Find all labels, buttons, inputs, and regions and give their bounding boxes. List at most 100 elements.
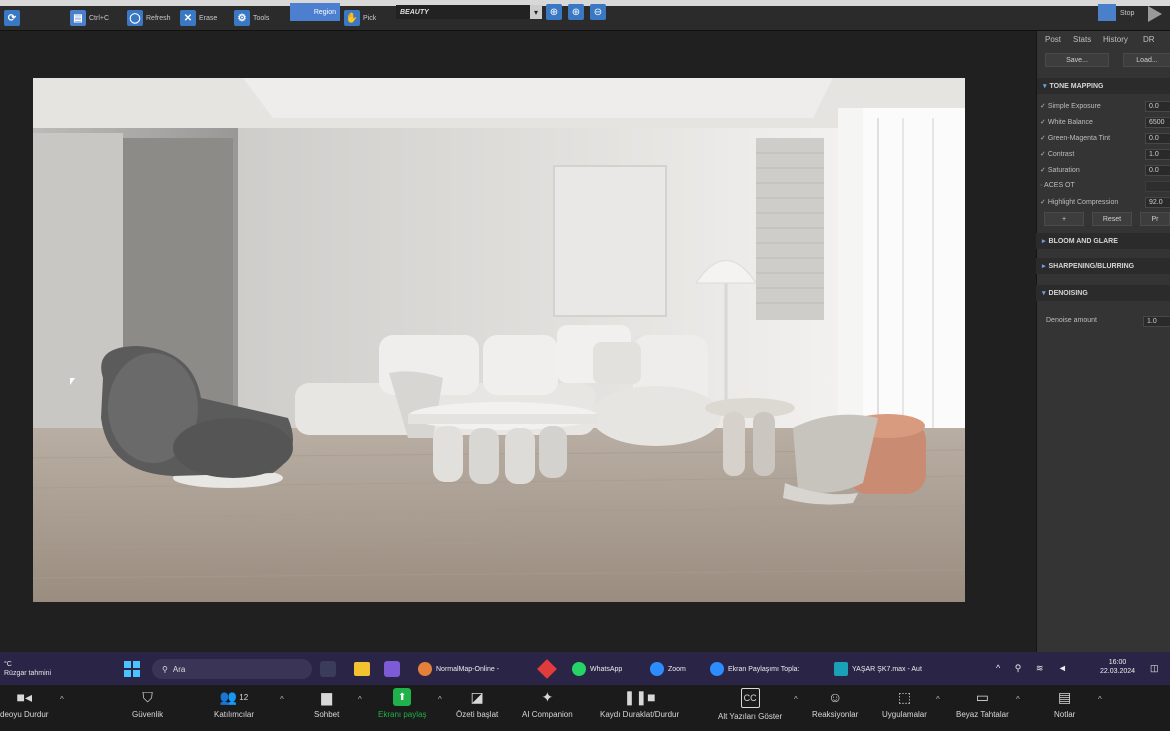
- play-icon[interactable]: [1148, 6, 1162, 22]
- notification-bell-icon[interactable]: ◫: [1150, 663, 1159, 674]
- whatsapp-icon: [572, 662, 586, 676]
- erase-button[interactable]: ✕ Erase: [180, 9, 217, 27]
- tab-post[interactable]: Post: [1045, 35, 1061, 44]
- stop-render-button[interactable]: [1098, 4, 1116, 21]
- zoom-in-icon[interactable]: ⊕: [568, 4, 584, 20]
- task-view-icon[interactable]: [320, 661, 336, 677]
- region-button[interactable]: Region: [290, 3, 340, 21]
- save-image-button[interactable]: ⟳: [4, 9, 20, 27]
- preset-button[interactable]: Pr: [1140, 212, 1170, 226]
- chevron-up-icon[interactable]: ^: [1098, 695, 1102, 704]
- row-highlight-compression[interactable]: ✓ Highlight Compression: [1040, 198, 1118, 206]
- chevron-down-icon[interactable]: ▾: [530, 5, 542, 19]
- file-explorer-icon[interactable]: [354, 662, 370, 676]
- denoise-amount-field[interactable]: 1.0: [1143, 316, 1170, 327]
- stop-label: Stop: [1120, 10, 1135, 17]
- weather-text: Rüzgar tahmini: [4, 670, 52, 677]
- tools-button[interactable]: ⚙ Tools: [234, 9, 269, 27]
- taskbar-search[interactable]: ⚲ Ara: [152, 659, 312, 679]
- reset-button[interactable]: Reset: [1092, 212, 1132, 226]
- zoom-icon: [650, 662, 664, 676]
- save-icon: ⟳: [4, 10, 20, 26]
- aces-ot-field[interactable]: [1145, 181, 1170, 192]
- highlight-compression-field[interactable]: 92.0: [1145, 197, 1170, 208]
- weather-widget[interactable]: °C Rüzgar tahmini: [4, 660, 51, 678]
- participants-icon: 👥 12: [219, 688, 249, 705]
- chat-button[interactable]: ▆ Sohbet: [314, 688, 339, 720]
- taskbar-clock[interactable]: 16:00 22.03.2024: [1100, 658, 1135, 676]
- notes-button[interactable]: ▤ Notlar: [1054, 688, 1076, 720]
- system-tray[interactable]: ^ ⚲ ≋ ◄: [996, 663, 1073, 674]
- sparkle-icon: ✦: [541, 688, 554, 705]
- tint-field[interactable]: 0.0: [1145, 133, 1170, 144]
- pick-button[interactable]: ✋ Pick: [344, 9, 376, 27]
- control-label: AI Companion: [522, 710, 573, 719]
- participants-button[interactable]: 👥 12 Katılımcılar: [214, 688, 255, 720]
- bloom-glare-header[interactable]: ▸ BLOOM AND GLARE: [1036, 233, 1170, 249]
- chevron-up-icon[interactable]: ^: [60, 695, 64, 704]
- channel-value: BEAUTY: [400, 8, 429, 16]
- chevron-up-icon[interactable]: ^: [358, 695, 362, 704]
- share-screen-button[interactable]: ⬆ Ekranı paylaş: [378, 688, 426, 719]
- 3dsmax-icon: [834, 662, 848, 676]
- show-captions-button[interactable]: CC Alt Yazıları Göster: [718, 688, 782, 721]
- copy-button[interactable]: ▤ Ctrl+C: [70, 9, 109, 27]
- teams-icon[interactable]: [384, 661, 400, 677]
- row-green-magenta-tint[interactable]: ✓ Green-Magenta Tint: [1040, 134, 1110, 142]
- row-white-balance[interactable]: ✓ White Balance: [1040, 118, 1093, 126]
- taskbar-app-screen-share[interactable]: Ekran Paylaşımı Topla:: [710, 658, 799, 680]
- apps-button[interactable]: ⬚ Uygulamalar: [882, 688, 927, 720]
- row-saturation[interactable]: ✓ Saturation: [1040, 166, 1080, 174]
- control-label: Notlar: [1054, 710, 1076, 719]
- ai-companion-button[interactable]: ✦ AI Companion: [522, 688, 573, 720]
- chevron-up-icon[interactable]: ^: [936, 695, 940, 704]
- tab-dr[interactable]: DR: [1143, 35, 1155, 44]
- control-label: deoyu Durdur: [0, 710, 49, 719]
- chat-icon: ▆: [321, 688, 333, 705]
- tone-mapping-header[interactable]: ▾ TONE MAPPING: [1037, 78, 1170, 94]
- row-simple-exposure[interactable]: ✓ Simple Exposure: [1040, 102, 1101, 110]
- contrast-field[interactable]: 1.0: [1145, 149, 1170, 160]
- simple-exposure-field[interactable]: 0.0: [1145, 101, 1170, 112]
- chevron-up-icon[interactable]: ^: [280, 695, 284, 704]
- control-label: Uygulamalar: [882, 710, 927, 719]
- add-layer-button[interactable]: +: [1044, 212, 1084, 226]
- stop-video-button[interactable]: ■◂ deoyu Durdur: [0, 688, 49, 720]
- row-contrast[interactable]: ✓ Contrast: [1040, 150, 1074, 158]
- control-label: Katılımcılar: [214, 710, 255, 719]
- start-summary-button[interactable]: ◪ Özeti başlat: [456, 688, 499, 720]
- saturation-field[interactable]: 0.0: [1145, 165, 1170, 176]
- white-balance-field[interactable]: 6500: [1145, 117, 1170, 128]
- row-label: Green-Magenta Tint: [1047, 135, 1111, 142]
- load-button[interactable]: Load...: [1123, 53, 1170, 67]
- zoom-out-icon[interactable]: ⊖: [590, 4, 606, 20]
- render-channel-select[interactable]: BEAUTY: [396, 5, 538, 19]
- sharpening-header[interactable]: ▸ SHARPENING/BLURRING: [1036, 258, 1170, 274]
- security-button[interactable]: ⛉ Güvenlik: [132, 688, 163, 720]
- clock-time: 16:00: [1108, 659, 1127, 666]
- taskbar-app-3dsmax[interactable]: YAŞAR ŞK7.max - Aut: [834, 658, 922, 680]
- zoom-icon: [710, 662, 724, 676]
- zoom-fit-icon[interactable]: ⊕: [546, 4, 562, 20]
- checkbox-icon: ✓: [1040, 199, 1048, 206]
- chevron-up-icon[interactable]: ^: [794, 695, 798, 704]
- triangle-down-icon: ▾: [1042, 290, 1046, 297]
- denoising-header[interactable]: ▾ DENOISING: [1036, 285, 1170, 301]
- whiteboards-button[interactable]: ▭ Beyaz Tahtalar: [956, 688, 1009, 720]
- reactions-button[interactable]: ☺ Reaksiyonlar: [812, 688, 858, 719]
- tab-stats[interactable]: Stats: [1073, 35, 1091, 44]
- chevron-up-icon[interactable]: ^: [438, 695, 442, 704]
- chevron-up-icon[interactable]: ^: [1016, 695, 1020, 704]
- pause-stop-recording-button[interactable]: ❚❚■ Kaydı Duraklat/Durdur: [600, 688, 679, 720]
- tab-history[interactable]: History: [1103, 35, 1128, 44]
- taskbar-app-whatsapp[interactable]: WhatsApp: [572, 658, 622, 680]
- taskbar-app-zoom[interactable]: Zoom: [650, 658, 686, 680]
- windows-start-icon[interactable]: [124, 661, 140, 677]
- row-aces-ot[interactable]: ▫ ACES OT: [1040, 182, 1075, 189]
- control-label: Özeti başlat: [456, 710, 499, 719]
- refresh-button[interactable]: ◯ Refresh: [127, 9, 171, 27]
- save-button[interactable]: Save...: [1045, 53, 1109, 67]
- taskbar-app-normalmap[interactable]: NormalMap-Online -: [418, 658, 499, 680]
- tools-label: Tools: [253, 14, 270, 22]
- clock-date: 22.03.2024: [1100, 668, 1136, 675]
